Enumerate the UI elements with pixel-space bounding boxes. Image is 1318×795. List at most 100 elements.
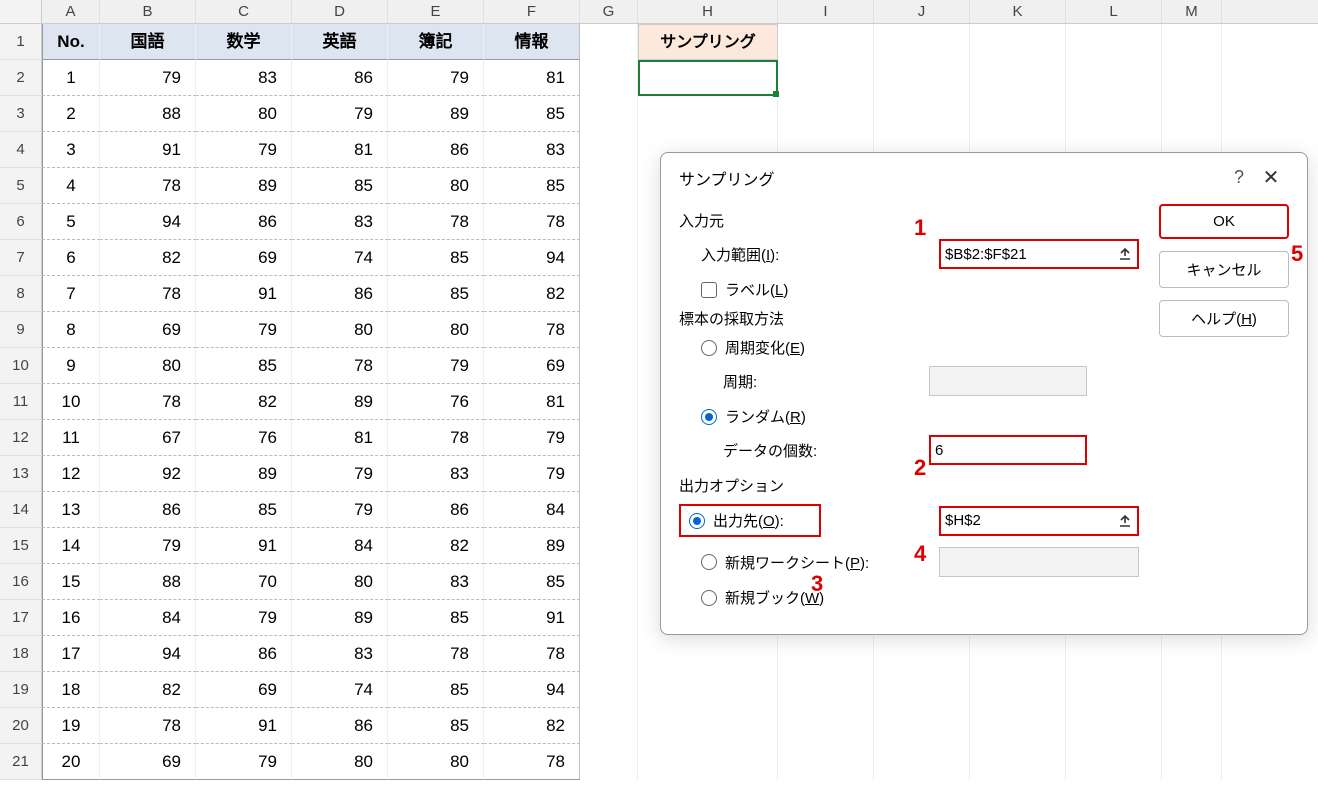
cell[interactable] (874, 96, 970, 132)
cell[interactable]: 85 (484, 168, 580, 204)
cell[interactable]: 80 (388, 168, 484, 204)
cell[interactable]: 10 (42, 384, 100, 420)
cell[interactable]: 81 (292, 420, 388, 456)
row-header[interactable]: 15 (0, 528, 42, 564)
row-header[interactable]: 5 (0, 168, 42, 204)
cell[interactable]: 英語 (292, 24, 388, 60)
row-header[interactable]: 16 (0, 564, 42, 600)
cell[interactable]: 78 (484, 312, 580, 348)
cell[interactable] (1162, 60, 1222, 96)
cell[interactable]: 74 (292, 240, 388, 276)
cell[interactable] (778, 744, 874, 780)
cell[interactable] (970, 744, 1066, 780)
cell[interactable] (580, 168, 638, 204)
cell[interactable]: 69 (196, 672, 292, 708)
cell[interactable] (778, 96, 874, 132)
count-input[interactable] (935, 442, 1081, 459)
cell[interactable] (970, 708, 1066, 744)
cell[interactable] (580, 240, 638, 276)
cell[interactable] (1162, 708, 1222, 744)
cell[interactable]: 89 (388, 96, 484, 132)
cell[interactable]: 69 (484, 348, 580, 384)
labels-checkbox-row[interactable]: ラベル(L) (679, 279, 1139, 300)
cell[interactable]: 94 (484, 240, 580, 276)
cell[interactable]: 84 (100, 600, 196, 636)
output-range-field[interactable] (939, 506, 1139, 536)
new-book-radio-row[interactable]: 新規ブック(W) (679, 587, 1139, 608)
cell[interactable]: 88 (100, 96, 196, 132)
row-header[interactable]: 19 (0, 672, 42, 708)
cell[interactable]: 86 (100, 492, 196, 528)
cell[interactable] (580, 384, 638, 420)
cell[interactable]: 86 (292, 276, 388, 312)
cell[interactable]: 69 (100, 312, 196, 348)
cell[interactable]: 79 (388, 60, 484, 96)
cell[interactable]: 85 (388, 276, 484, 312)
cell[interactable] (1066, 24, 1162, 60)
cell[interactable] (874, 636, 970, 672)
cell[interactable]: 80 (388, 744, 484, 780)
cell[interactable]: 78 (484, 636, 580, 672)
row-header[interactable]: 11 (0, 384, 42, 420)
cell[interactable] (638, 636, 778, 672)
periodic-radio-row[interactable]: 周期変化(E) (679, 337, 1139, 358)
cell[interactable]: 91 (484, 600, 580, 636)
cell[interactable]: 79 (196, 312, 292, 348)
cell[interactable]: 79 (100, 528, 196, 564)
cell[interactable]: 91 (196, 276, 292, 312)
collapse-range-icon[interactable] (1117, 245, 1133, 263)
cell[interactable]: 94 (100, 636, 196, 672)
row-header[interactable]: 17 (0, 600, 42, 636)
cell[interactable] (580, 672, 638, 708)
cell[interactable]: 79 (484, 420, 580, 456)
cell[interactable]: 89 (196, 168, 292, 204)
col-header-D[interactable]: D (292, 0, 388, 23)
col-header-F[interactable]: F (484, 0, 580, 23)
cell[interactable] (970, 672, 1066, 708)
cell[interactable] (580, 492, 638, 528)
row-header[interactable]: 14 (0, 492, 42, 528)
col-header-B[interactable]: B (100, 0, 196, 23)
cell[interactable]: 76 (196, 420, 292, 456)
cell[interactable]: 78 (388, 420, 484, 456)
col-header-G[interactable]: G (580, 0, 638, 23)
cell[interactable]: 14 (42, 528, 100, 564)
cell[interactable]: 15 (42, 564, 100, 600)
cell[interactable]: 78 (388, 636, 484, 672)
cell[interactable]: 85 (388, 672, 484, 708)
row-header[interactable]: 6 (0, 204, 42, 240)
cell[interactable]: 4 (42, 168, 100, 204)
cell[interactable]: 81 (484, 384, 580, 420)
help-icon[interactable]: ? (1227, 167, 1251, 188)
cell[interactable] (1066, 60, 1162, 96)
cell[interactable]: 80 (292, 744, 388, 780)
cell[interactable]: 7 (42, 276, 100, 312)
periodic-radio[interactable] (701, 340, 717, 356)
cell[interactable] (778, 24, 874, 60)
cell[interactable] (580, 24, 638, 60)
cell[interactable]: 20 (42, 744, 100, 780)
cell[interactable]: 78 (292, 348, 388, 384)
cell[interactable]: サンプリング (638, 24, 778, 60)
cell[interactable]: 8 (42, 312, 100, 348)
col-header-L[interactable]: L (1066, 0, 1162, 23)
row-header[interactable]: 3 (0, 96, 42, 132)
cell[interactable] (580, 96, 638, 132)
cell[interactable]: 78 (484, 744, 580, 780)
collapse-range-icon[interactable] (1117, 512, 1133, 530)
cell[interactable]: 91 (196, 528, 292, 564)
cell[interactable] (970, 60, 1066, 96)
cell[interactable]: 2 (42, 96, 100, 132)
cell[interactable]: 79 (484, 456, 580, 492)
cell[interactable] (970, 96, 1066, 132)
cell[interactable]: 85 (484, 96, 580, 132)
cell[interactable] (1162, 744, 1222, 780)
col-header-K[interactable]: K (970, 0, 1066, 23)
cell[interactable]: 91 (100, 132, 196, 168)
cell[interactable]: 85 (196, 492, 292, 528)
cell[interactable]: 80 (196, 96, 292, 132)
col-header-M[interactable]: M (1162, 0, 1222, 23)
close-icon[interactable]: ✕ (1251, 165, 1291, 190)
col-header-I[interactable]: I (778, 0, 874, 23)
cell[interactable] (1162, 24, 1222, 60)
